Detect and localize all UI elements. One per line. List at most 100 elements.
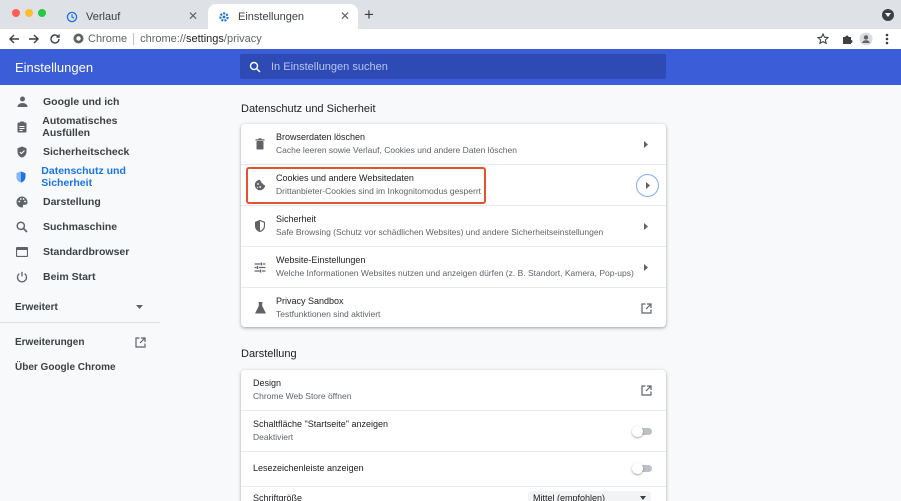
privacy-card: Browserdaten löschen Cache leeren sowie … bbox=[241, 124, 666, 327]
privacy-shield-icon bbox=[16, 171, 26, 183]
row-title: Browserdaten löschen bbox=[276, 132, 366, 142]
row-subtitle: Drittanbieter-Cookies sind im Inkognitom… bbox=[276, 186, 482, 196]
sidebar-divider bbox=[0, 322, 160, 323]
sidebar-item-default-browser[interactable]: Standardbrowser bbox=[0, 239, 160, 264]
reload-button[interactable] bbox=[47, 31, 63, 47]
chevron-right-icon bbox=[642, 262, 650, 272]
close-icon[interactable]: ✕ bbox=[188, 10, 198, 22]
font-size-row[interactable]: Schriftgröße Mittel (empfohlen) bbox=[241, 486, 666, 501]
sidebar-item-on-startup[interactable]: Beim Start bbox=[0, 264, 160, 289]
page-title: Einstellungen bbox=[15, 60, 94, 75]
settings-sidebar: Google und ich Automatisches Ausfüllen S… bbox=[0, 85, 160, 501]
font-size-value: Mittel (empfohlen) bbox=[533, 493, 606, 501]
row-subtitle: Chrome Web Store öffnen bbox=[253, 391, 352, 401]
chevron-down-icon bbox=[885, 13, 891, 17]
row-title: Design bbox=[253, 378, 282, 388]
tab-search-button[interactable] bbox=[882, 9, 894, 21]
puzzle-icon bbox=[843, 35, 853, 44]
font-size-select[interactable]: Mittel (empfohlen) bbox=[528, 491, 651, 501]
close-icon[interactable]: ✕ bbox=[340, 10, 350, 22]
star-icon bbox=[817, 33, 829, 45]
sidebar-item-search-engine[interactable]: Suchmaschine bbox=[0, 214, 160, 239]
new-tab-button[interactable]: + bbox=[364, 6, 374, 23]
sidebar-advanced-label: Erweitert bbox=[15, 302, 58, 313]
history-icon bbox=[66, 11, 78, 23]
browser-toolbar: Chrome chrome://settings/privacy bbox=[0, 29, 901, 49]
sidebar-item-autofill[interactable]: Automatisches Ausfüllen bbox=[0, 114, 160, 139]
sidebar-item-privacy[interactable]: Datenschutz und Sicherheit bbox=[0, 164, 160, 189]
row-title: Privacy Sandbox bbox=[276, 296, 344, 306]
chrome-logo-icon bbox=[73, 33, 84, 44]
theme-row[interactable]: Design Chrome Web Store öffnen bbox=[241, 370, 666, 410]
cookies-row[interactable]: Cookies und andere Websitedaten Drittanb… bbox=[241, 164, 666, 204]
shield-icon bbox=[253, 219, 267, 233]
sidebar-item-label: Suchmaschine bbox=[43, 220, 118, 233]
avatar-icon bbox=[859, 32, 873, 46]
sidebar-item-label: Automatisches Ausfüllen bbox=[42, 114, 118, 139]
sidebar-item-label: Darstellung bbox=[43, 195, 101, 208]
bookmarks-bar-toggle[interactable] bbox=[632, 463, 652, 474]
shield-check-icon bbox=[16, 146, 28, 158]
sidebar-about-chrome[interactable]: Über Google Chrome bbox=[15, 362, 116, 373]
forward-button[interactable] bbox=[26, 31, 42, 47]
arrow-left-icon bbox=[9, 34, 19, 44]
sidebar-item-label: Google und ich bbox=[43, 95, 120, 108]
sidebar-item-appearance[interactable]: Darstellung bbox=[0, 189, 160, 214]
trash-icon bbox=[253, 137, 267, 151]
tab-label: Einstellungen bbox=[238, 10, 305, 23]
open-external-icon bbox=[135, 337, 146, 348]
tab-label: Verlauf bbox=[86, 10, 121, 23]
chevron-down-icon bbox=[640, 496, 646, 500]
profile-button[interactable] bbox=[858, 31, 874, 47]
url-text: chrome://settings/privacy bbox=[140, 33, 262, 45]
sidebar-item-label: Sicherheitscheck bbox=[43, 145, 130, 158]
row-subtitle: Safe Browsing (Schutz vor schädlichen We… bbox=[276, 227, 604, 237]
window-minimize-button[interactable] bbox=[25, 9, 33, 17]
url-scheme: chrome:// bbox=[140, 33, 186, 45]
power-icon bbox=[16, 271, 28, 283]
privacy-section-title: Datenschutz und Sicherheit bbox=[241, 103, 376, 115]
tab-settings[interactable]: Einstellungen ✕ bbox=[208, 4, 358, 29]
sidebar-item-google[interactable]: Google und ich bbox=[0, 89, 160, 114]
sidebar-item-label: Standardbrowser bbox=[43, 245, 130, 258]
sidebar-item-label: Beim Start bbox=[43, 270, 96, 283]
search-icon bbox=[249, 61, 261, 73]
row-title: Schaltfläche "Startseite" anzeigen bbox=[253, 419, 388, 429]
settings-search[interactable] bbox=[240, 54, 666, 79]
chevron-right-icon bbox=[636, 174, 659, 197]
search-input[interactable] bbox=[271, 60, 651, 73]
window-zoom-button[interactable] bbox=[38, 9, 46, 17]
arrow-right-icon bbox=[29, 34, 39, 44]
row-subtitle: Deaktiviert bbox=[253, 432, 294, 442]
open-external-icon bbox=[639, 301, 653, 315]
sidebar-item-safety-check[interactable]: Sicherheitscheck bbox=[0, 139, 160, 164]
home-button-toggle[interactable] bbox=[632, 426, 652, 437]
sidebar-advanced[interactable]: Erweitert bbox=[15, 302, 145, 313]
extensions-button[interactable] bbox=[839, 31, 855, 47]
appearance-card: Design Chrome Web Store öffnen Schaltflä… bbox=[241, 370, 666, 501]
row-title: Schriftgröße bbox=[253, 493, 303, 501]
settings-header: Einstellungen bbox=[0, 49, 901, 85]
bookmarks-bar-row[interactable]: Lesezeichenleiste anzeigen bbox=[241, 451, 666, 486]
address-bar[interactable]: Chrome chrome://settings/privacy bbox=[66, 29, 830, 49]
toggle-knob bbox=[632, 426, 643, 437]
security-row[interactable]: Sicherheit Safe Browsing (Schutz vor sch… bbox=[241, 205, 666, 245]
back-button[interactable] bbox=[6, 31, 22, 47]
url-path: /privacy bbox=[223, 33, 262, 45]
row-title: Sicherheit bbox=[276, 214, 317, 224]
sidebar-extensions-label: Erweiterungen bbox=[15, 337, 85, 348]
search-icon bbox=[16, 220, 28, 233]
privacy-sandbox-row[interactable]: Privacy Sandbox Testfunktionen sind akti… bbox=[241, 287, 666, 327]
window-close-button[interactable] bbox=[12, 9, 20, 17]
clear-browsing-data-row[interactable]: Browserdaten löschen Cache leeren sowie … bbox=[241, 124, 666, 164]
row-title: Cookies und andere Websitedaten bbox=[276, 173, 414, 183]
chrome-menu-button[interactable] bbox=[879, 31, 895, 47]
bookmark-star-button[interactable] bbox=[815, 31, 831, 47]
site-settings-row[interactable]: Website-Einstellungen Welche Information… bbox=[241, 246, 666, 286]
more-vert-icon bbox=[885, 33, 889, 45]
tab-history[interactable]: Verlauf ✕ bbox=[56, 4, 206, 29]
toggle-knob bbox=[632, 463, 643, 474]
sidebar-extensions-link[interactable]: Erweiterungen bbox=[15, 337, 146, 348]
chevron-down-icon bbox=[136, 305, 143, 309]
home-button-row[interactable]: Schaltfläche "Startseite" anzeigen Deakt… bbox=[241, 410, 666, 450]
